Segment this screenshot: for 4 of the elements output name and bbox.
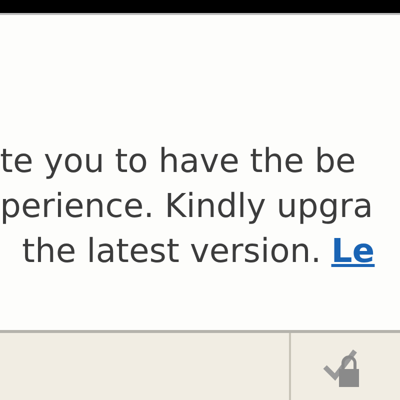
message-text: te you to have the be: [0, 141, 356, 180]
learn-more-link[interactable]: Le: [331, 231, 375, 270]
message-text: perience. Kindly upgra: [0, 186, 374, 225]
message-text: the latest version.: [22, 231, 322, 270]
